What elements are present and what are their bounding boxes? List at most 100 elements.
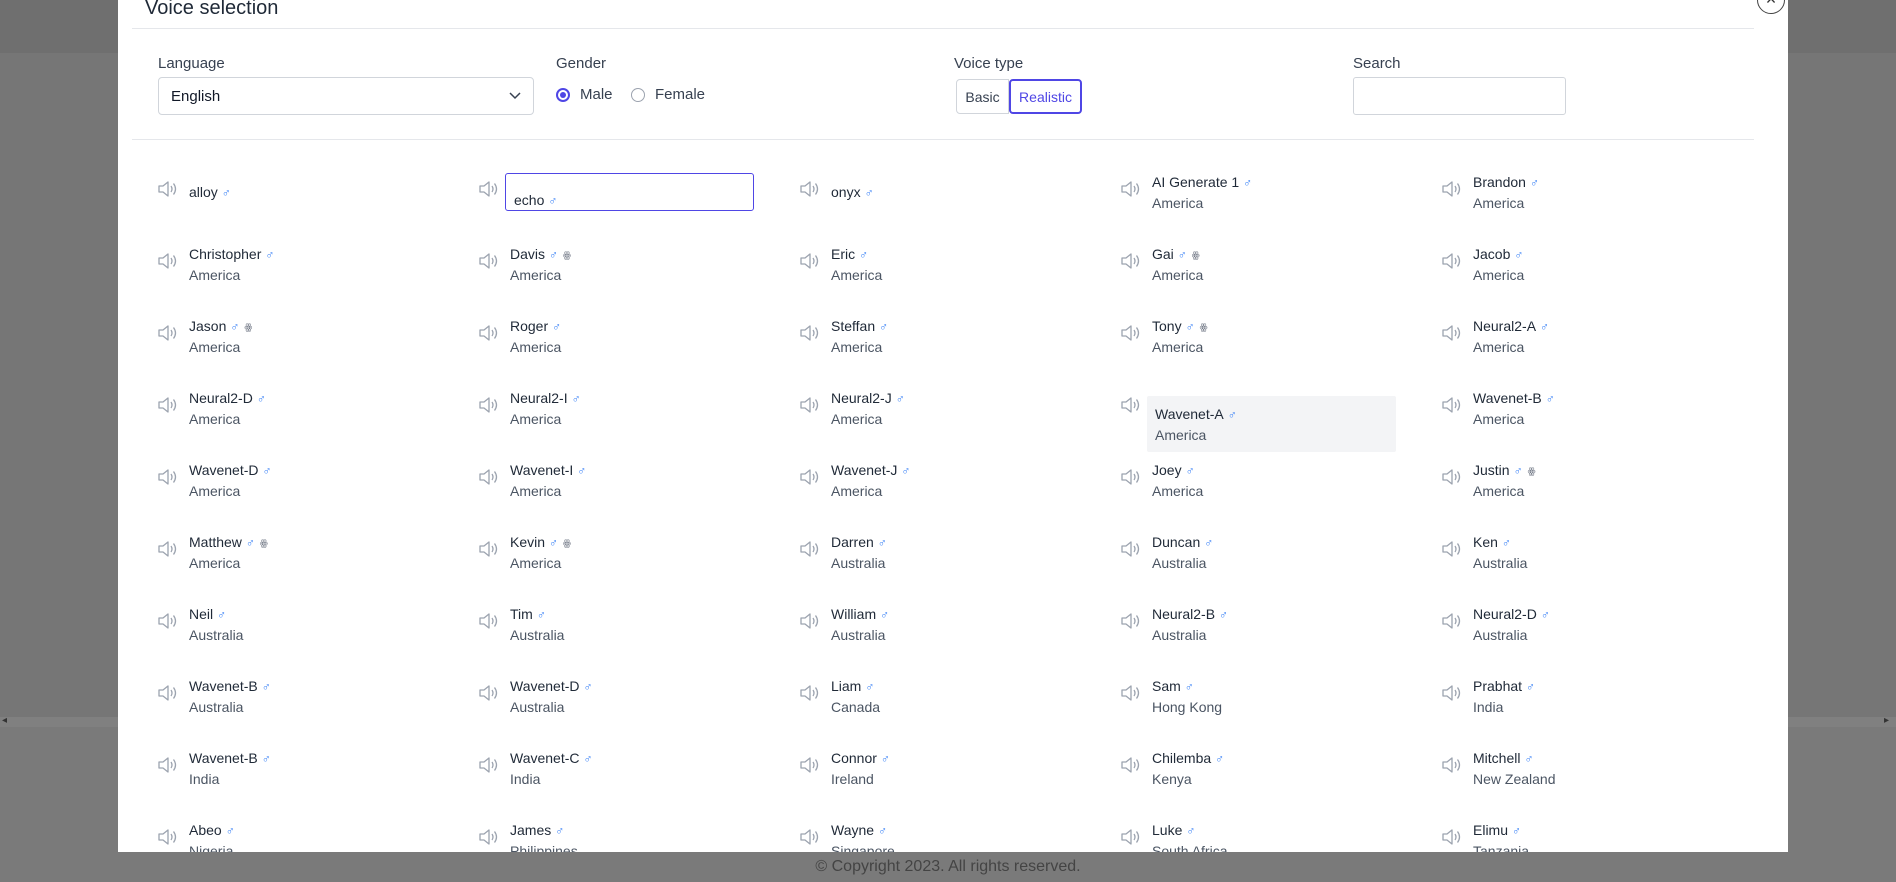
voice-option[interactable]: Liam ♂ Canada xyxy=(774,654,1095,726)
voice-option[interactable]: Neil ♂ Australia xyxy=(132,582,453,654)
gender-male-radio[interactable]: Male xyxy=(556,86,613,103)
speaker-icon[interactable] xyxy=(157,180,179,198)
voice-option[interactable]: Abeo ♂ Nigeria xyxy=(132,798,453,852)
voice-option[interactable]: Steffan ♂ America xyxy=(774,294,1095,366)
voice-option[interactable]: Wavenet-C ♂ India xyxy=(453,726,774,798)
voice-option[interactable]: Wavenet-I ♂ America xyxy=(453,438,774,510)
speaker-icon[interactable] xyxy=(1120,396,1142,414)
speaker-icon[interactable] xyxy=(157,396,179,414)
speaker-icon[interactable] xyxy=(1441,612,1463,630)
speaker-icon[interactable] xyxy=(799,324,821,342)
speaker-icon[interactable] xyxy=(478,180,500,198)
speaker-icon[interactable] xyxy=(157,756,179,774)
voice-option[interactable]: AI Generate 1 ♂ America xyxy=(1095,150,1416,222)
voice-option[interactable]: William ♂ Australia xyxy=(774,582,1095,654)
voice-type-realistic-button[interactable]: Realistic xyxy=(1009,79,1082,114)
voice-option[interactable]: Neural2-B ♂ Australia xyxy=(1095,582,1416,654)
voice-option[interactable]: Davis ♂ ꙮ America xyxy=(453,222,774,294)
speaker-icon[interactable] xyxy=(157,828,179,846)
speaker-icon[interactable] xyxy=(1441,468,1463,486)
speaker-icon[interactable] xyxy=(1120,540,1142,558)
voice-option[interactable]: onyx ♂ xyxy=(774,150,1095,222)
speaker-icon[interactable] xyxy=(1441,252,1463,270)
speaker-icon[interactable] xyxy=(799,252,821,270)
speaker-icon[interactable] xyxy=(157,540,179,558)
voice-option[interactable]: Wayne ♂ Singapore xyxy=(774,798,1095,852)
voice-option[interactable]: Gai ♂ ꙮ America xyxy=(1095,222,1416,294)
voice-option[interactable]: Wavenet-J ♂ America xyxy=(774,438,1095,510)
voice-option[interactable]: Luke ♂ South Africa xyxy=(1095,798,1416,852)
voice-option[interactable]: Prabhat ♂ India xyxy=(1416,654,1737,726)
speaker-icon[interactable] xyxy=(1441,684,1463,702)
scroll-left-icon[interactable]: ◂ xyxy=(2,715,7,726)
speaker-icon[interactable] xyxy=(1441,828,1463,846)
voice-option[interactable]: Mitchell ♂ New Zealand xyxy=(1416,726,1737,798)
speaker-icon[interactable] xyxy=(799,684,821,702)
voice-option[interactable]: Duncan ♂ Australia xyxy=(1095,510,1416,582)
speaker-icon[interactable] xyxy=(1441,756,1463,774)
speaker-icon[interactable] xyxy=(478,756,500,774)
speaker-icon[interactable] xyxy=(157,252,179,270)
voice-option[interactable]: Eric ♂ America xyxy=(774,222,1095,294)
voice-option[interactable]: Christopher ♂ America xyxy=(132,222,453,294)
speaker-icon[interactable] xyxy=(1120,252,1142,270)
speaker-icon[interactable] xyxy=(478,612,500,630)
speaker-icon[interactable] xyxy=(799,468,821,486)
language-select[interactable]: English xyxy=(158,77,534,115)
voice-option[interactable]: Chilemba ♂ Kenya xyxy=(1095,726,1416,798)
voice-option[interactable]: Ken ♂ Australia xyxy=(1416,510,1737,582)
speaker-icon[interactable] xyxy=(478,252,500,270)
voice-option[interactable]: Neural2-A ♂ America xyxy=(1416,294,1737,366)
gender-female-radio[interactable]: Female xyxy=(631,86,705,103)
voice-option[interactable]: Connor ♂ Ireland xyxy=(774,726,1095,798)
speaker-icon[interactable] xyxy=(157,324,179,342)
speaker-icon[interactable] xyxy=(478,684,500,702)
speaker-icon[interactable] xyxy=(1441,180,1463,198)
speaker-icon[interactable] xyxy=(799,756,821,774)
voice-option[interactable]: echo ♂ xyxy=(453,150,774,222)
voice-option[interactable]: Wavenet-B ♂ America xyxy=(1416,366,1737,438)
speaker-icon[interactable] xyxy=(1120,756,1142,774)
speaker-icon[interactable] xyxy=(1120,828,1142,846)
speaker-icon[interactable] xyxy=(799,540,821,558)
voice-option[interactable]: Kevin ♂ ꙮ America xyxy=(453,510,774,582)
voice-option[interactable]: Roger ♂ America xyxy=(453,294,774,366)
voice-option[interactable]: Neural2-D ♂ Australia xyxy=(1416,582,1737,654)
voice-option[interactable]: Wavenet-D ♂ Australia xyxy=(453,654,774,726)
voice-option[interactable]: Jason ♂ ꙮ America xyxy=(132,294,453,366)
voice-option[interactable]: Sam ♂ Hong Kong xyxy=(1095,654,1416,726)
speaker-icon[interactable] xyxy=(799,396,821,414)
voice-option[interactable]: alloy ♂ xyxy=(132,150,453,222)
voice-option[interactable]: Tim ♂ Australia xyxy=(453,582,774,654)
speaker-icon[interactable] xyxy=(1120,612,1142,630)
speaker-icon[interactable] xyxy=(1120,324,1142,342)
speaker-icon[interactable] xyxy=(478,828,500,846)
voice-option[interactable]: Wavenet-B ♂ Australia xyxy=(132,654,453,726)
voice-option[interactable]: Wavenet-D ♂ America xyxy=(132,438,453,510)
speaker-icon[interactable] xyxy=(478,540,500,558)
voice-option[interactable]: Neural2-J ♂ America xyxy=(774,366,1095,438)
voice-option[interactable]: Jacob ♂ America xyxy=(1416,222,1737,294)
voice-option[interactable]: Tony ♂ ꙮ America xyxy=(1095,294,1416,366)
speaker-icon[interactable] xyxy=(478,324,500,342)
search-input[interactable] xyxy=(1353,77,1566,115)
speaker-icon[interactable] xyxy=(1120,684,1142,702)
speaker-icon[interactable] xyxy=(799,180,821,198)
voice-option[interactable]: Neural2-I ♂ America xyxy=(453,366,774,438)
speaker-icon[interactable] xyxy=(157,468,179,486)
voice-option[interactable]: Matthew ♂ ꙮ America xyxy=(132,510,453,582)
speaker-icon[interactable] xyxy=(157,612,179,630)
voice-option[interactable]: Wavenet-B ♂ India xyxy=(132,726,453,798)
voice-option[interactable]: Justin ♂ ꙮ America xyxy=(1416,438,1737,510)
voice-option[interactable]: James ♂ Philippines xyxy=(453,798,774,852)
speaker-icon[interactable] xyxy=(478,468,500,486)
close-icon[interactable]: × xyxy=(1757,0,1785,14)
voice-type-basic-button[interactable]: Basic xyxy=(956,79,1009,114)
voice-option[interactable]: Elimu ♂ Tanzania xyxy=(1416,798,1737,852)
voice-option[interactable]: Joey ♂ America xyxy=(1095,438,1416,510)
speaker-icon[interactable] xyxy=(157,684,179,702)
voice-option[interactable]: Darren ♂ Australia xyxy=(774,510,1095,582)
scroll-right-icon[interactable]: ▸ xyxy=(1884,715,1889,726)
speaker-icon[interactable] xyxy=(1441,324,1463,342)
speaker-icon[interactable] xyxy=(1441,396,1463,414)
